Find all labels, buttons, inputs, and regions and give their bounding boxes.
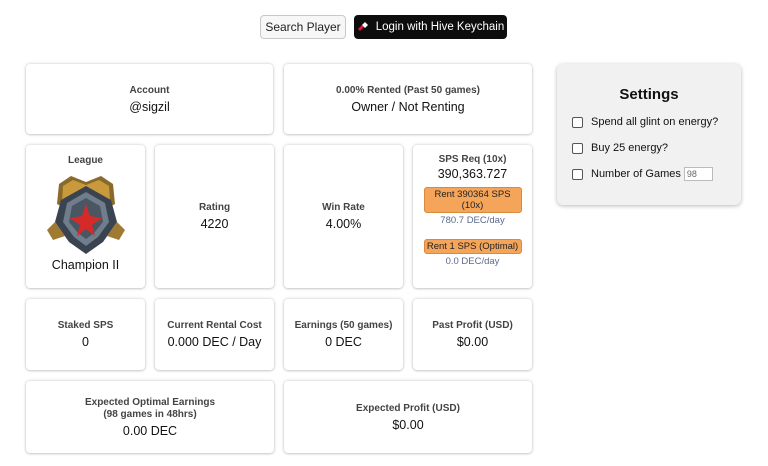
login-label: Login with Hive Keychain <box>375 21 505 33</box>
sps-req-label: SPS Req (10x) <box>438 154 507 165</box>
league-label: League <box>67 155 103 166</box>
spend-glint-label: Spend all glint on energy? <box>591 116 719 128</box>
rating-value: 4220 <box>200 217 229 231</box>
top-bar: Search Player Login with Hive Keychain <box>0 15 768 39</box>
rent-10x-sps-button[interactable]: Rent 390364 SPS (10x) <box>423 187 522 213</box>
search-player-button[interactable]: Search Player <box>260 15 346 39</box>
rented-value: Owner / Not Renting <box>351 99 465 114</box>
buy-energy-option[interactable]: Buy 25 energy? <box>572 142 668 154</box>
staked-sps-card: Staked SPS 0 <box>26 299 145 370</box>
number-of-games-input[interactable]: 98 <box>683 167 713 181</box>
rating-card: Rating 4220 <box>155 145 274 288</box>
buy-energy-label: Buy 25 energy? <box>591 142 669 154</box>
spend-glint-option[interactable]: Spend all glint on energy? <box>572 116 718 128</box>
expected-earnings-sublabel: (98 games in 48hrs) <box>103 408 197 420</box>
hive-keychain-icon <box>357 22 368 31</box>
account-value: @sigzil <box>129 99 170 114</box>
search-player-label: Search Player <box>265 20 341 34</box>
rent-10x-cost: 780.7 DEC/day <box>440 215 505 226</box>
rented-card: 0.00% Rented (Past 50 games) Owner / Not… <box>284 64 532 134</box>
sps-req-value: 390,363.727 <box>437 167 508 181</box>
champion-league-badge-icon <box>46 176 125 254</box>
login-hive-keychain-button[interactable]: Login with Hive Keychain <box>354 15 507 39</box>
rental-cost-value: 0.000 DEC / Day <box>167 335 262 349</box>
rating-label: Rating <box>198 202 231 213</box>
staked-sps-label: Staked SPS <box>57 320 114 331</box>
expected-profit-card: Expected Profit (USD) $0.00 <box>284 381 532 453</box>
rent-optimal-cost: 0.0 DEC/day <box>445 256 500 267</box>
earnings-label: Earnings (50 games) <box>294 320 393 331</box>
spend-glint-checkbox[interactable] <box>572 116 583 128</box>
settings-panel: Settings Spend all glint on energy? Buy … <box>557 64 741 205</box>
win-rate-card: Win Rate 4.00% <box>284 145 403 288</box>
win-rate-label: Win Rate <box>322 202 365 213</box>
rent-optimal-sps-button[interactable]: Rent 1 SPS (Optimal) <box>423 239 522 254</box>
past-profit-card: Past Profit (USD) $0.00 <box>413 299 532 370</box>
win-rate-value: 4.00% <box>325 217 362 231</box>
expected-earnings-value: 0.00 DEC <box>122 423 178 438</box>
league-value: Champion II <box>51 258 120 272</box>
earnings-card: Earnings (50 games) 0 DEC <box>284 299 403 370</box>
league-card: League Champion II <box>26 145 145 288</box>
past-profit-value: $0.00 <box>456 335 489 349</box>
settings-title: Settings <box>619 86 679 103</box>
expected-earnings-label: Expected Optimal Earnings <box>84 396 216 408</box>
buy-energy-checkbox[interactable] <box>572 142 583 154</box>
number-of-games-label: Number of Games <box>591 168 681 180</box>
past-profit-label: Past Profit (USD) <box>432 320 513 331</box>
rental-cost-label: Current Rental Cost <box>167 320 262 331</box>
rental-cost-card: Current Rental Cost 0.000 DEC / Day <box>155 299 274 370</box>
number-of-games-option[interactable]: Number of Games 98 <box>572 167 713 181</box>
expected-profit-value: $0.00 <box>392 417 424 432</box>
account-label: Account <box>129 84 170 96</box>
rented-label: 0.00% Rented (Past 50 games) <box>336 84 480 96</box>
earnings-value: 0 DEC <box>325 335 362 349</box>
number-of-games-checkbox[interactable] <box>572 168 583 180</box>
staked-sps-value: 0 <box>82 335 89 349</box>
expected-profit-label: Expected Profit (USD) <box>356 402 460 414</box>
expected-earnings-card: Expected Optimal Earnings (98 games in 4… <box>26 381 274 453</box>
account-card: Account @sigzil <box>26 64 273 134</box>
sps-req-card: SPS Req (10x) 390,363.727 Rent 390364 SP… <box>413 145 532 288</box>
